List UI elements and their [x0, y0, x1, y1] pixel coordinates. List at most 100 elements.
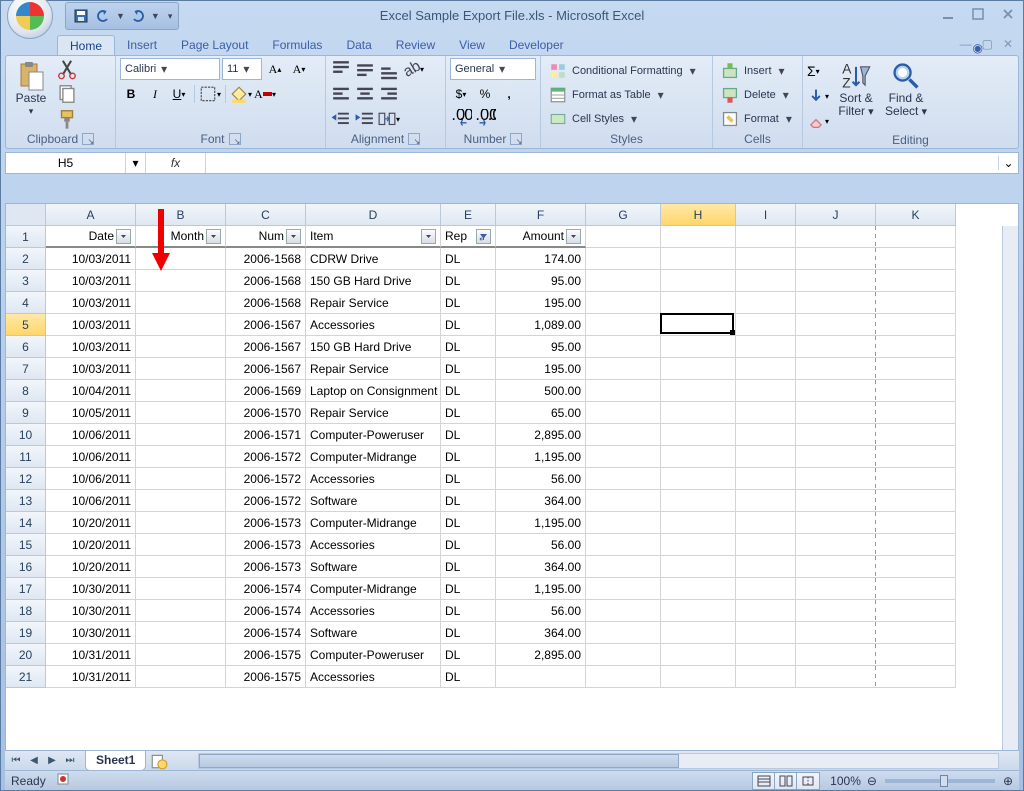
clipboard-dialog-launcher[interactable]: [82, 133, 94, 145]
cell[interactable]: 2006-1573: [226, 534, 306, 556]
increase-decimal-button[interactable]: .0.00: [450, 108, 472, 130]
row-header-10[interactable]: 10: [6, 424, 46, 446]
cell[interactable]: 2006-1574: [226, 600, 306, 622]
grow-font-button[interactable]: A▴: [264, 58, 286, 80]
fx-label[interactable]: fx: [146, 153, 206, 173]
table-header-cell[interactable]: Date: [46, 226, 136, 248]
cell[interactable]: [586, 380, 661, 402]
cell[interactable]: 56.00: [496, 600, 586, 622]
last-sheet-button[interactable]: ⏭: [61, 752, 79, 770]
expand-formula-bar-button[interactable]: ⌄: [998, 156, 1018, 170]
zoom-level[interactable]: 100%: [830, 774, 861, 788]
row-header-2[interactable]: 2: [6, 248, 46, 270]
cell[interactable]: [796, 578, 876, 600]
row-header-18[interactable]: 18: [6, 600, 46, 622]
table-header-cell[interactable]: Amount: [496, 226, 586, 248]
borders-button[interactable]: ▾: [199, 83, 221, 105]
cell[interactable]: DL: [441, 314, 496, 336]
cell[interactable]: Laptop on Consignment: [306, 380, 441, 402]
cell[interactable]: [136, 402, 226, 424]
cell[interactable]: [661, 248, 736, 270]
cell[interactable]: [661, 358, 736, 380]
cell[interactable]: [736, 424, 796, 446]
number-dialog-launcher[interactable]: [510, 133, 522, 145]
cell[interactable]: 2006-1575: [226, 644, 306, 666]
cell[interactable]: [876, 248, 956, 270]
cell[interactable]: Repair Service: [306, 402, 441, 424]
cell[interactable]: [661, 578, 736, 600]
cell[interactable]: 10/03/2011: [46, 336, 136, 358]
cell[interactable]: [736, 666, 796, 688]
cell[interactable]: 10/03/2011: [46, 358, 136, 380]
cell[interactable]: [876, 292, 956, 314]
zoom-in-button[interactable]: ⊕: [1003, 774, 1013, 788]
column-header-K[interactable]: K: [876, 204, 956, 226]
format-cells-button[interactable]: Format▾: [717, 108, 796, 130]
cell[interactable]: DL: [441, 512, 496, 534]
ribbon-tab-home[interactable]: Home: [57, 35, 115, 55]
copy-button[interactable]: [56, 83, 78, 105]
sort-filter-button[interactable]: AZ Sort & Filter ▾: [833, 58, 879, 118]
cell[interactable]: [736, 490, 796, 512]
alignment-dialog-launcher[interactable]: [408, 133, 420, 145]
cell[interactable]: Repair Service: [306, 358, 441, 380]
cell[interactable]: 10/06/2011: [46, 468, 136, 490]
cell[interactable]: [661, 226, 736, 248]
zoom-out-button[interactable]: ⊖: [867, 774, 877, 788]
cell[interactable]: [586, 446, 661, 468]
cell[interactable]: 10/03/2011: [46, 314, 136, 336]
cell[interactable]: 10/20/2011: [46, 556, 136, 578]
italic-button[interactable]: I: [144, 83, 166, 105]
cell[interactable]: Accessories: [306, 468, 441, 490]
cell[interactable]: [796, 512, 876, 534]
fill-color-button[interactable]: ▾: [230, 83, 252, 105]
cell[interactable]: [796, 292, 876, 314]
cell[interactable]: [661, 666, 736, 688]
cell[interactable]: [736, 446, 796, 468]
cell[interactable]: DL: [441, 666, 496, 688]
cell[interactable]: [586, 578, 661, 600]
cell[interactable]: [736, 314, 796, 336]
cell[interactable]: [796, 644, 876, 666]
cell[interactable]: [661, 336, 736, 358]
filter-dropdown-month[interactable]: [206, 229, 221, 244]
cell[interactable]: [796, 622, 876, 644]
ribbon-tab-data[interactable]: Data: [334, 35, 383, 55]
cell[interactable]: [136, 490, 226, 512]
cell[interactable]: 1,195.00: [496, 512, 586, 534]
mdi-restore-button[interactable]: ▢: [982, 37, 993, 51]
cell[interactable]: [661, 402, 736, 424]
cell[interactable]: [736, 644, 796, 666]
cell[interactable]: [876, 556, 956, 578]
cell[interactable]: 10/06/2011: [46, 424, 136, 446]
cell[interactable]: [876, 380, 956, 402]
page-break-view-button[interactable]: [797, 773, 819, 789]
cell[interactable]: [736, 534, 796, 556]
cell[interactable]: [136, 556, 226, 578]
cell[interactable]: 2006-1571: [226, 424, 306, 446]
row-header-4[interactable]: 4: [6, 292, 46, 314]
office-button[interactable]: [7, 0, 53, 39]
column-header-I[interactable]: I: [736, 204, 796, 226]
cell[interactable]: [661, 380, 736, 402]
column-header-E[interactable]: E: [441, 204, 496, 226]
cell[interactable]: 2006-1572: [226, 446, 306, 468]
cell[interactable]: [796, 468, 876, 490]
cell[interactable]: [586, 556, 661, 578]
cell[interactable]: DL: [441, 622, 496, 644]
font-size-combo[interactable]: 11▾: [222, 58, 262, 80]
cell[interactable]: [136, 292, 226, 314]
cell[interactable]: [136, 534, 226, 556]
cell[interactable]: Computer-Midrange: [306, 512, 441, 534]
next-sheet-button[interactable]: ▶: [43, 752, 61, 770]
cell[interactable]: 195.00: [496, 292, 586, 314]
cell[interactable]: [136, 424, 226, 446]
formula-bar[interactable]: [206, 153, 998, 173]
cell[interactable]: [736, 402, 796, 424]
ribbon-tab-review[interactable]: Review: [384, 35, 447, 55]
column-header-H[interactable]: H: [661, 204, 736, 226]
cell[interactable]: Accessories: [306, 534, 441, 556]
cell[interactable]: [661, 446, 736, 468]
cell[interactable]: [586, 424, 661, 446]
format-painter-button[interactable]: [56, 108, 78, 130]
